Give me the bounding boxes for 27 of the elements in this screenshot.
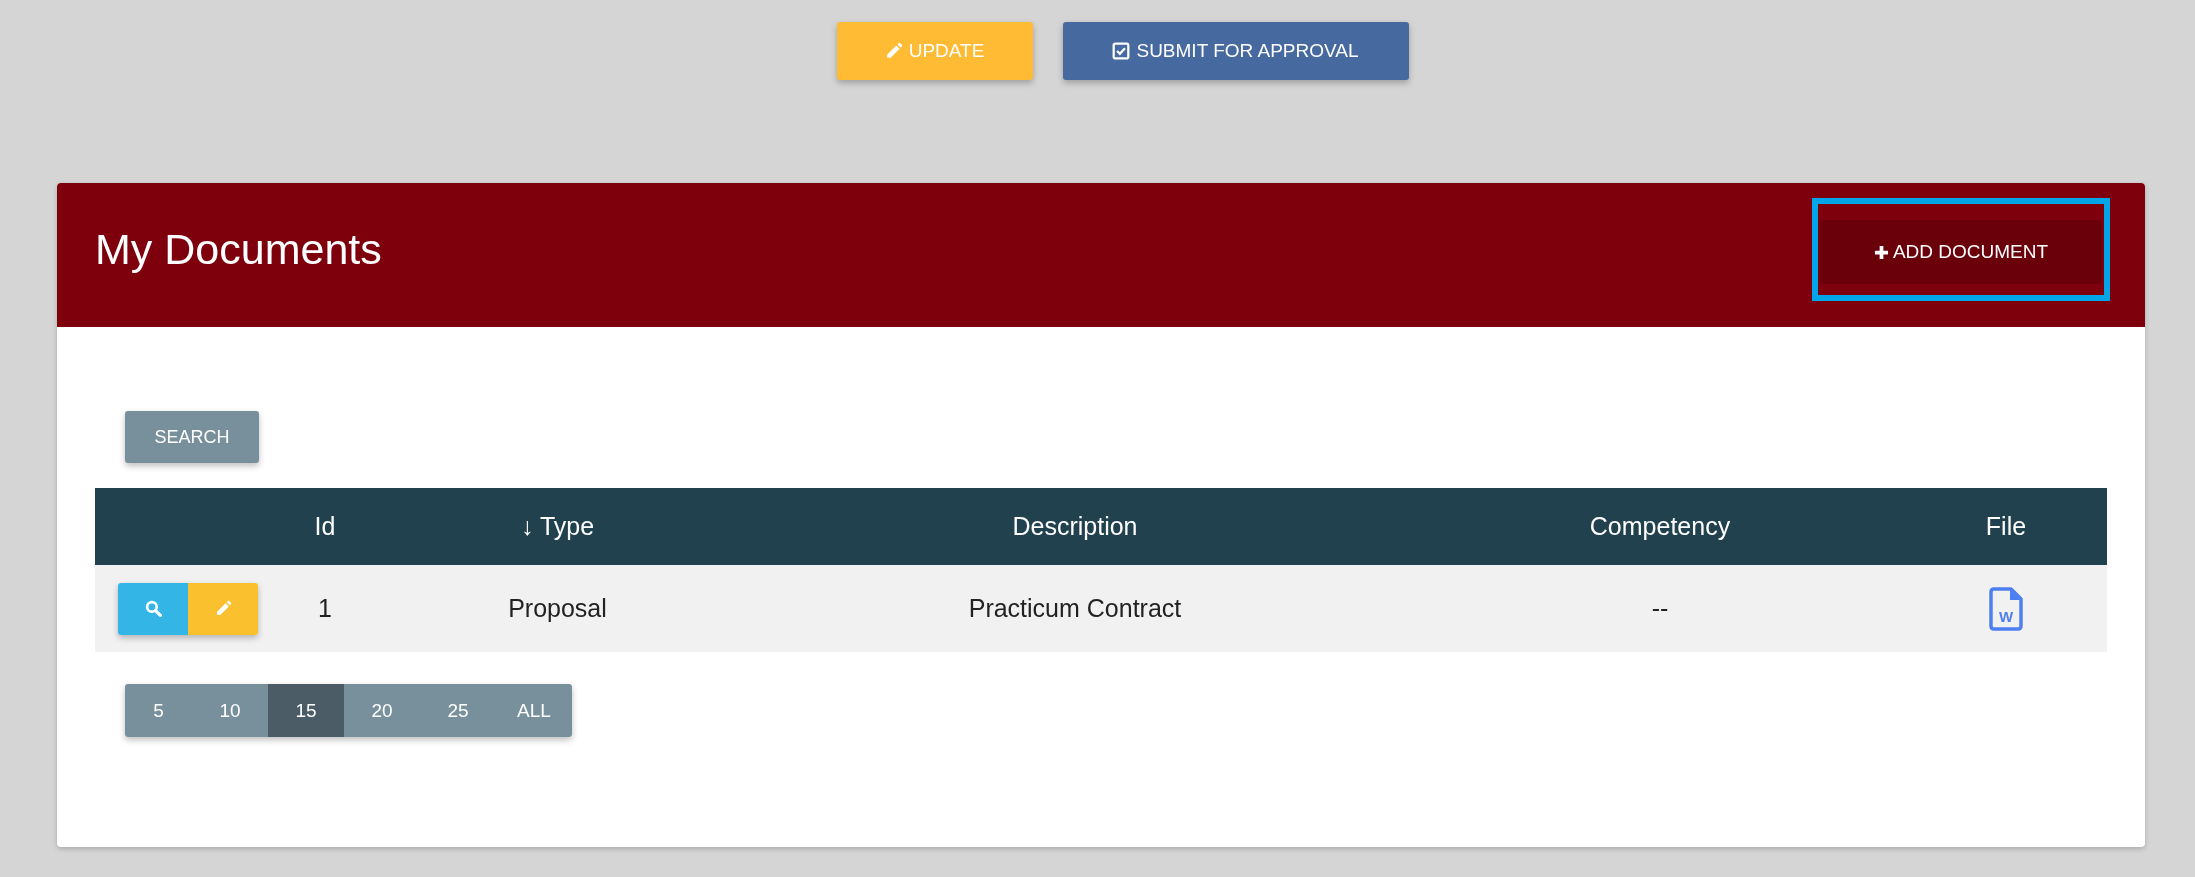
- checkbox-icon: [1112, 42, 1131, 60]
- edit-button[interactable]: [188, 582, 258, 635]
- page-size-button[interactable]: 25: [420, 684, 496, 737]
- view-button[interactable]: [118, 582, 188, 635]
- column-header[interactable]: Competency: [1589, 512, 1731, 541]
- column-header[interactable]: Description: [1012, 512, 1138, 541]
- table-cell: Practicum Contract: [968, 594, 1182, 623]
- search-button[interactable]: SEARCH: [125, 411, 259, 463]
- pencil-icon: [214, 600, 232, 617]
- page-size-button[interactable]: 15: [268, 684, 344, 737]
- pencil-icon: [884, 42, 903, 60]
- page-size-button[interactable]: 10: [192, 684, 268, 737]
- column-header[interactable]: Id: [314, 512, 336, 541]
- word-file-icon[interactable]: W: [1989, 586, 2023, 631]
- panel-title: My Documents: [95, 225, 382, 274]
- page-size-button[interactable]: ALL: [496, 684, 572, 737]
- page-size-button[interactable]: 20: [344, 684, 420, 737]
- search-icon: [144, 600, 162, 617]
- table-cell: --: [1651, 594, 1669, 623]
- page-size-button[interactable]: 5: [125, 684, 192, 737]
- table-cell: Proposal: [508, 594, 607, 623]
- plus-icon: [1873, 244, 1889, 260]
- submit-button[interactable]: SUBMIT FOR APPROVAL: [1062, 22, 1409, 80]
- add-document-button[interactable]: ADD DOCUMENT: [1820, 220, 2102, 284]
- table-cell: 1: [318, 594, 332, 623]
- column-header[interactable]: File: [1985, 512, 2027, 541]
- column-header[interactable]: ↓ Type: [520, 512, 595, 541]
